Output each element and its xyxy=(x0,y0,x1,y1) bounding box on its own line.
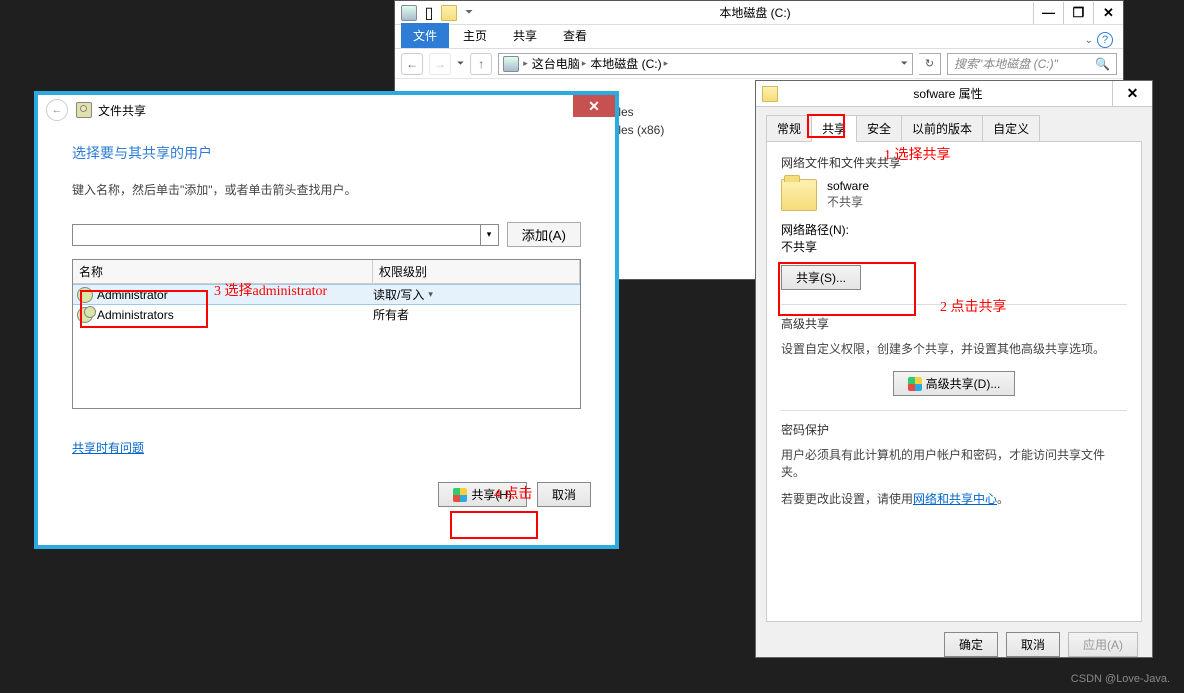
props-titlebar: sofware 属性 ✕ xyxy=(756,81,1152,107)
perm-dropdown-icon[interactable]: ▾ xyxy=(428,289,433,300)
net-path-label: 网络路径(N): xyxy=(781,221,1127,238)
tab-general[interactable]: 常规 xyxy=(766,115,812,142)
share-button[interactable]: 共享(S)... xyxy=(781,265,861,290)
tab-view[interactable]: 查看 xyxy=(551,23,599,48)
props-tabs: 常规 共享 安全 以前的版本 自定义 xyxy=(766,115,1142,142)
minimize-button[interactable]: — xyxy=(1033,2,1063,24)
folder-name: sofware xyxy=(827,179,869,193)
share-window-title: 文件共享 xyxy=(98,102,146,119)
share-footer: 共享(H) 取消 xyxy=(38,482,615,525)
qat-dropdown-icon[interactable]: ⏷ xyxy=(461,5,477,21)
address-bar[interactable]: ▸ 这台电脑▸ 本地磁盘 (C:)▸ ⏷ xyxy=(498,53,913,75)
user-input[interactable] xyxy=(73,228,480,242)
props-content: 网络文件和文件夹共享 sofware 不共享 网络路径(N): 不共享 共享(S… xyxy=(766,142,1142,622)
properties-dialog: sofware 属性 ✕ 常规 共享 安全 以前的版本 自定义 网络文件和文件夹… xyxy=(755,80,1153,658)
row-perm: 所有者 xyxy=(373,306,409,323)
window-title: 本地磁盘 (C:) xyxy=(477,4,1033,21)
addr-chevron-icon[interactable]: ▸ xyxy=(523,58,528,69)
tab-security[interactable]: 安全 xyxy=(856,115,902,142)
ribbon-collapse-icon[interactable]: ⌄ xyxy=(1085,35,1093,46)
file-share-dialog: ← 文件共享 ✕ 选择要与其共享的用户 键入名称，然后单击"添加"，或者单击箭头… xyxy=(34,91,619,549)
drive-icon xyxy=(401,5,417,21)
back-button[interactable]: ← xyxy=(401,53,423,75)
advanced-share-button[interactable]: 高级共享(D)... xyxy=(893,371,1016,396)
password-desc2: 若要更改此设置，请使用网络和共享中心。 xyxy=(781,490,1127,507)
tab-share[interactable]: 共享 xyxy=(811,115,857,142)
group-icon xyxy=(77,307,93,323)
user-combo[interactable]: ▾ xyxy=(72,224,499,246)
refresh-button[interactable]: ↻ xyxy=(919,53,941,75)
cancel-button[interactable]: 取消 xyxy=(1006,632,1060,657)
help-icon[interactable]: ? xyxy=(1097,32,1113,48)
props-footer: 确定 取消 应用(A) xyxy=(756,622,1152,667)
folder-icon xyxy=(762,86,778,102)
quick-access-icons: ▯ ⏷ xyxy=(395,5,477,21)
password-desc: 用户必须具有此计算机的用户帐户和密码，才能访问共享文件夹。 xyxy=(781,446,1127,480)
user-table: 名称 权限级别 Administrator 读取/写入 ▾ Administrat… xyxy=(72,259,581,409)
table-row[interactable]: Administrators 所有者 xyxy=(73,305,580,324)
section-advanced: 高级共享 xyxy=(781,315,1127,332)
ribbon-right-controls: ⌄ ? xyxy=(1085,32,1113,48)
tab-previous[interactable]: 以前的版本 xyxy=(901,115,983,142)
apply-button[interactable]: 应用(A) xyxy=(1068,632,1138,657)
maximize-button[interactable]: ❐ xyxy=(1063,2,1093,24)
table-row[interactable]: Administrator 读取/写入 ▾ xyxy=(73,284,580,305)
share-confirm-button[interactable]: 共享(H) xyxy=(438,482,527,507)
share-subtitle: 键入名称，然后单击"添加"，或者单击箭头查找用户。 xyxy=(72,181,581,198)
trouble-link[interactable]: 共享时有问题 xyxy=(72,439,144,456)
search-input[interactable]: 搜索"本地磁盘 (C:)" 🔍 xyxy=(947,53,1117,75)
addr-drive-icon xyxy=(503,56,519,72)
search-placeholder: 搜索"本地磁盘 (C:)" xyxy=(954,55,1058,72)
ribbon-tabs: 文件 主页 共享 查看 ⌄ ? xyxy=(395,25,1123,49)
tab-file[interactable]: 文件 xyxy=(401,23,449,48)
addr-seg-computer[interactable]: 这台电脑▸ xyxy=(532,55,587,72)
back-button[interactable]: ← xyxy=(46,99,68,121)
tab-home[interactable]: 主页 xyxy=(451,23,499,48)
section-password: 密码保护 xyxy=(781,421,1127,438)
cancel-button[interactable]: 取消 xyxy=(537,482,591,507)
folder-status: 不共享 xyxy=(827,193,869,210)
network-center-link[interactable]: 网络和共享中心 xyxy=(913,492,997,506)
section-network-share: 网络文件和文件夹共享 xyxy=(781,154,1127,171)
add-button[interactable]: 添加(A) xyxy=(507,222,581,247)
row-perm[interactable]: 读取/写入 xyxy=(373,286,424,303)
ok-button[interactable]: 确定 xyxy=(944,632,998,657)
row-name: Administrator xyxy=(97,288,168,302)
explorer-titlebar: ▯ ⏷ 本地磁盘 (C:) — ❐ ✕ xyxy=(395,1,1123,25)
share-titlebar: ← 文件共享 ✕ xyxy=(38,95,615,119)
close-button[interactable]: ✕ xyxy=(1093,2,1123,24)
net-path-value: 不共享 xyxy=(781,238,1127,255)
addr-seg-drive[interactable]: 本地磁盘 (C:)▸ xyxy=(590,55,668,72)
folder-large-icon xyxy=(781,179,817,211)
user-icon xyxy=(77,287,93,303)
col-name[interactable]: 名称 xyxy=(73,260,373,283)
tab-share[interactable]: 共享 xyxy=(501,23,549,48)
history-dropdown-icon[interactable]: ⏷ xyxy=(457,58,464,69)
row-name: Administrators xyxy=(97,308,174,322)
props-title-text: sofware 属性 xyxy=(784,85,1112,102)
table-header: 名称 权限级别 xyxy=(73,260,580,284)
addr-dropdown-icon[interactable]: ⏷ xyxy=(901,58,908,69)
up-button[interactable]: ↑ xyxy=(470,53,492,75)
combo-dropdown-icon[interactable]: ▾ xyxy=(480,225,498,245)
tab-custom[interactable]: 自定义 xyxy=(982,115,1040,142)
folder-icon xyxy=(441,5,457,21)
close-button[interactable]: ✕ xyxy=(573,95,615,117)
col-perm[interactable]: 权限级别 xyxy=(373,260,580,283)
advanced-desc: 设置自定义权限，创建多个共享，并设置其他高级共享选项。 xyxy=(781,340,1127,357)
people-icon xyxy=(76,102,92,118)
shield-icon xyxy=(908,377,922,391)
nav-bar: ← → ⏷ ↑ ▸ 这台电脑▸ 本地磁盘 (C:)▸ ⏷ ↻ 搜索"本地磁盘 (… xyxy=(395,49,1123,79)
watermark: CSDN @Love-Java. xyxy=(1071,673,1170,685)
forward-button[interactable]: → xyxy=(429,53,451,75)
divider-icon: ▯ xyxy=(421,5,437,21)
close-button[interactable]: ✕ xyxy=(1112,81,1152,106)
share-heading: 选择要与其共享的用户 xyxy=(72,143,581,163)
shield-icon xyxy=(453,488,467,502)
search-icon: 🔍 xyxy=(1095,57,1110,71)
